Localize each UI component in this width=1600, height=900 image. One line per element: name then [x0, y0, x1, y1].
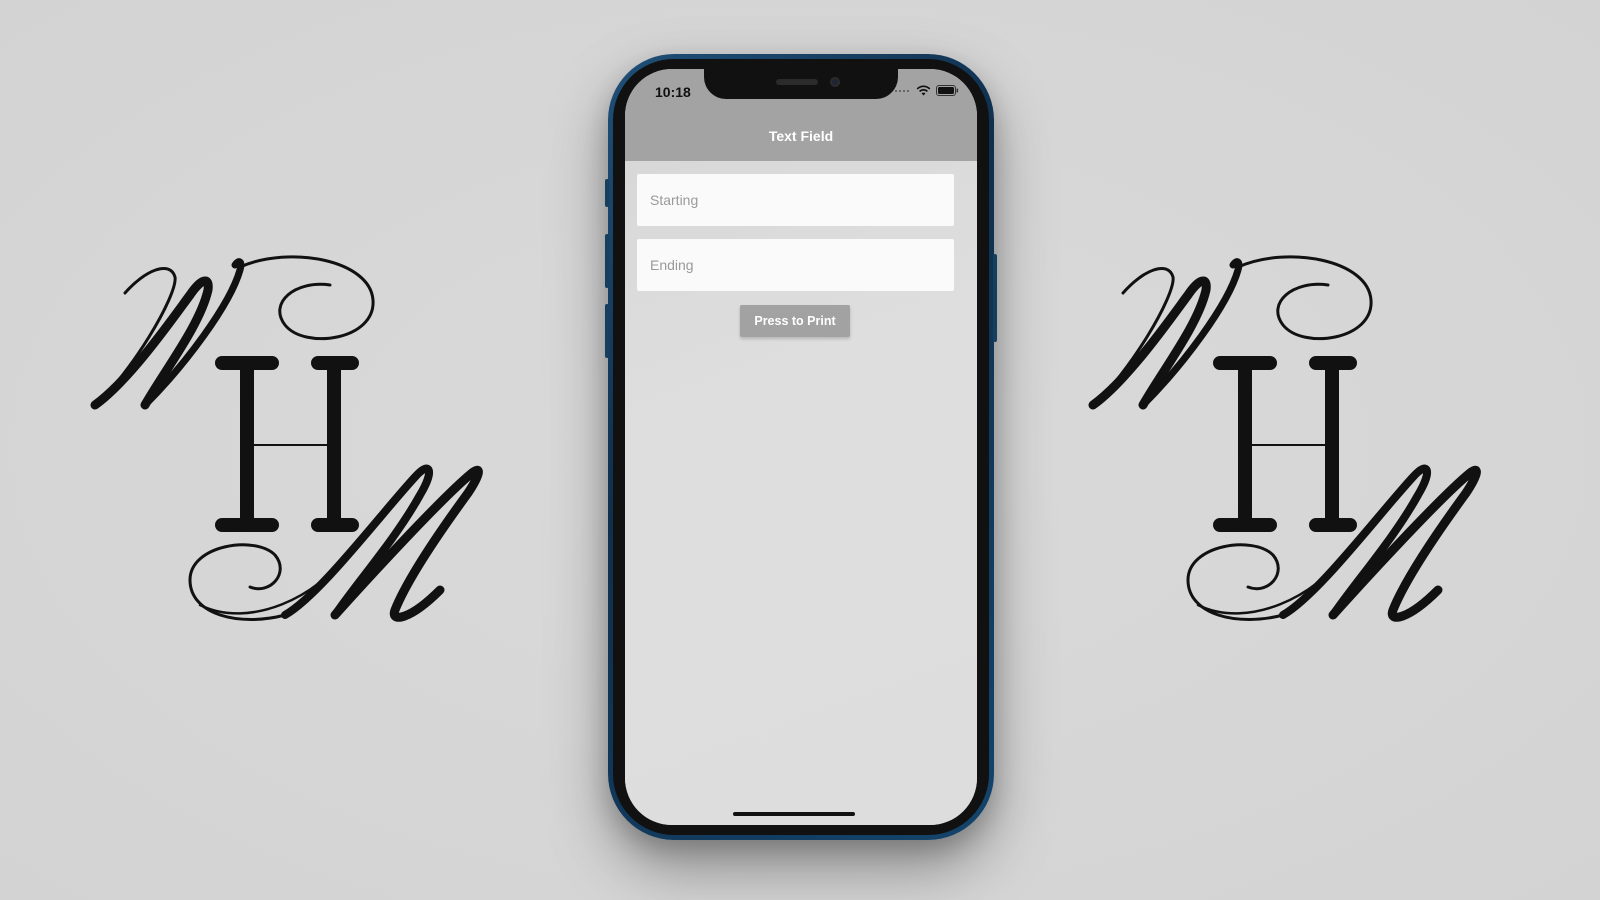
- starting-field-container: [637, 174, 954, 226]
- whm-monogram-logo-right: [1088, 255, 1488, 640]
- wifi-icon: [916, 85, 931, 96]
- status-time: 10:18: [655, 84, 691, 100]
- phone-screen: 10:18 Text Field Starting Ending Press t…: [625, 69, 977, 825]
- whm-monogram-logo: [90, 255, 490, 640]
- status-icons: [895, 85, 959, 96]
- ending-field-container: [637, 239, 954, 291]
- battery-icon: [936, 85, 959, 96]
- ending-input[interactable]: [648, 256, 943, 274]
- desktop-background: 10:18 Text Field Starting Ending Press t…: [0, 0, 1600, 900]
- speaker-grille: [776, 79, 818, 85]
- monogram-graphic: [1088, 255, 1481, 622]
- home-indicator[interactable]: [733, 812, 855, 816]
- power-button: [993, 254, 997, 342]
- silent-switch: [605, 179, 609, 207]
- volume-down-button: [605, 304, 609, 358]
- starting-input[interactable]: [648, 191, 943, 209]
- front-camera: [830, 77, 840, 87]
- phone-notch: [704, 69, 898, 99]
- monogram-graphic: [90, 255, 483, 622]
- page-title: Text Field: [768, 128, 834, 144]
- phone-device-frame: 10:18 Text Field Starting Ending Press t…: [605, 54, 997, 840]
- signal-dots-icon: [895, 89, 911, 93]
- volume-up-button: [605, 234, 609, 288]
- press-to-print-button[interactable]: Press to Print: [740, 305, 850, 337]
